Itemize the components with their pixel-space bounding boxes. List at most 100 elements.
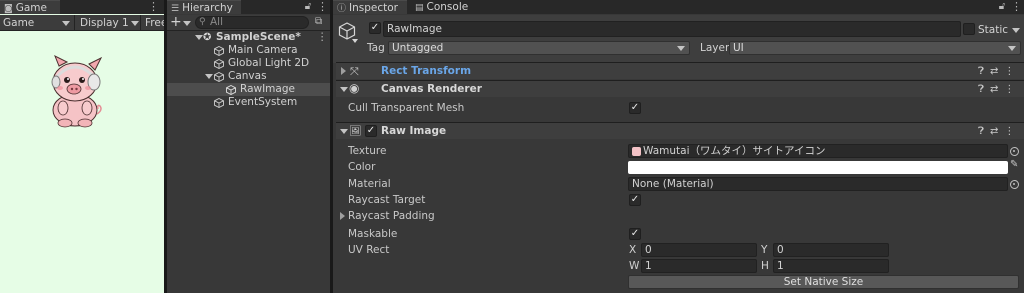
material-field[interactable]: None (Material) (628, 177, 1008, 191)
toolbar-divider (140, 15, 141, 31)
uv-w-value: 1 (645, 260, 652, 272)
hierarchy-search-input[interactable]: All (195, 16, 309, 29)
raw-image-header[interactable]: 🖼︎ ✓ Raw Image ❓︎⇄⋮ (336, 122, 1024, 139)
raycast-target-checkbox[interactable]: ✓ (629, 194, 641, 206)
game-tabbar: ◙ Game ⋮ (0, 0, 164, 14)
expand-arrow-icon[interactable] (195, 35, 203, 40)
uv-h-field[interactable]: 1 (773, 259, 889, 273)
tag-dropdown[interactable]: Untagged (388, 41, 690, 55)
game-tab[interactable]: ◙ Game (0, 0, 60, 14)
uv-w-field[interactable]: 1 (641, 259, 757, 273)
hierarchy-panel: ☰ Hierarchy 🔓︎ ⋮ + All ⚲ ⧉ ✪ SampleScene*… (167, 0, 330, 293)
chevron-down-icon (183, 21, 191, 26)
kebab-icon: ⋮ (1004, 84, 1021, 95)
toolbar-divider (74, 15, 75, 31)
inspector-tab-label: Inspector (349, 2, 398, 14)
object-name-field[interactable]: RawImage (383, 21, 961, 37)
static-chevron-icon[interactable] (1012, 28, 1020, 33)
scene-visibility-icon[interactable]: ⧉ (315, 15, 322, 29)
static-checkbox[interactable] (963, 23, 975, 35)
scene-menu-icon[interactable]: ⋮ (317, 31, 328, 44)
maskable-checkbox[interactable]: ✓ (629, 228, 641, 240)
search-icon: ⚲ (199, 17, 206, 27)
maskable-label: Maskable (348, 228, 398, 240)
object-active-checkbox[interactable]: ✓ (369, 22, 381, 34)
component-actions[interactable]: ❓︎⇄⋮ (978, 124, 1020, 139)
rect-transform-header[interactable]: ⤧ Rect Transform ❓︎⇄⋮ (336, 62, 1024, 79)
hierarchy-item-main-camera[interactable]: Main Camera (167, 44, 330, 57)
hierarchy-item-rawimage[interactable]: RawImage (167, 83, 330, 96)
icon-picker-chevron[interactable] (352, 39, 358, 43)
color-label: Color (348, 161, 376, 173)
gameobject-cube-icon (214, 72, 224, 82)
lock-icon[interactable]: 🔓︎ (997, 1, 1007, 13)
texture-field[interactable]: Wamutai（ワムタイ）サイトアイコン (628, 144, 1008, 158)
uv-x-label[interactable]: X (629, 243, 636, 257)
layer-dropdown[interactable]: UI (729, 41, 1021, 55)
help-icon: ❓︎ (978, 66, 991, 77)
object-picker-icon[interactable] (1010, 180, 1019, 189)
hierarchy-item-canvas[interactable]: Canvas (167, 70, 330, 83)
uv-x-field[interactable]: 0 (641, 243, 757, 257)
layer-label: Layer (700, 42, 730, 54)
search-placeholder: All (210, 16, 224, 28)
set-native-size-button[interactable]: Set Native Size (628, 275, 1019, 289)
game-menu-icon[interactable]: ⋮ (148, 0, 159, 14)
hierarchy-item-scene[interactable]: ✪ SampleScene* ⋮ (167, 31, 330, 44)
gameobject-cube-icon (214, 59, 224, 69)
lock-icon[interactable]: 🔓︎ (303, 1, 313, 13)
scene-name: SampleScene* (216, 31, 301, 43)
collapse-arrow-icon[interactable] (340, 129, 348, 134)
object-picker-icon[interactable] (1010, 147, 1019, 156)
console-icon: ▤ (415, 3, 424, 13)
uv-w-label[interactable]: W (629, 259, 639, 273)
texture-label: Texture (348, 145, 387, 157)
game-aspect-dropdown[interactable]: Free (145, 16, 164, 30)
canvas-renderer-header[interactable]: ◉ Canvas Renderer ❓︎⇄⋮ (336, 80, 1024, 97)
hierarchy-item-eventsystem[interactable]: EventSystem (167, 96, 330, 109)
cull-transparent-label: Cull Transparent Mesh (348, 102, 465, 114)
component-title: Rect Transform (381, 65, 472, 77)
color-swatch[interactable] (628, 161, 1008, 174)
item-label: Global Light 2D (228, 57, 310, 69)
collapse-arrow-icon[interactable] (340, 87, 348, 92)
texture-value: Wamutai（ワムタイ）サイトアイコン (643, 145, 826, 157)
pig-character-image (51, 54, 103, 128)
item-label: RawImage (240, 83, 295, 95)
console-tab[interactable]: ▤ Console (411, 0, 483, 14)
game-display-mode-dropdown[interactable]: Game (3, 16, 34, 30)
uv-y-field[interactable]: 0 (773, 243, 889, 257)
tag-value: Untagged (392, 42, 444, 54)
game-display-dropdown[interactable]: Display 1 (80, 16, 129, 30)
game-tab-label: Game (15, 2, 47, 14)
inspector-tab[interactable]: ⓘ Inspector (333, 0, 407, 14)
hierarchy-menu-icon[interactable]: ⋮ (317, 0, 328, 14)
chevron-down-icon (677, 46, 685, 51)
help-icon: ❓︎ (978, 126, 991, 137)
raycast-padding-label[interactable]: Raycast Padding (348, 209, 435, 223)
expand-arrow-icon[interactable] (340, 212, 345, 220)
console-tab-label: Console (426, 1, 469, 13)
add-object-button[interactable]: + (170, 15, 182, 30)
expand-arrow-icon[interactable] (341, 67, 346, 75)
help-icon: ❓︎ (978, 84, 991, 95)
uv-y-value: 0 (777, 244, 784, 256)
gameobject-large-icon (338, 22, 356, 40)
gameobject-cube-icon (214, 46, 224, 56)
expand-arrow-icon[interactable] (205, 74, 213, 79)
uv-x-value: 0 (645, 244, 652, 256)
component-actions[interactable]: ❓︎⇄⋮ (978, 64, 1020, 79)
hierarchy-tab[interactable]: ☰ Hierarchy (167, 0, 241, 14)
chevron-down-icon (131, 21, 139, 26)
uv-h-label[interactable]: H (761, 259, 769, 273)
object-name: RawImage (387, 23, 442, 35)
component-actions[interactable]: ❓︎⇄⋮ (978, 82, 1020, 97)
uv-y-label[interactable]: Y (761, 243, 767, 257)
preset-icon: ⇄ (990, 126, 1005, 137)
cull-transparent-checkbox[interactable]: ✓ (629, 102, 641, 114)
inspector-menu-icon[interactable]: ⋮ (1011, 0, 1022, 14)
hierarchy-item-global-light[interactable]: Global Light 2D (167, 57, 330, 70)
raw-image-enabled-checkbox[interactable]: ✓ (365, 125, 377, 137)
component-title: Canvas Renderer (381, 83, 482, 95)
eyedropper-icon[interactable]: ✎ (1010, 159, 1018, 170)
